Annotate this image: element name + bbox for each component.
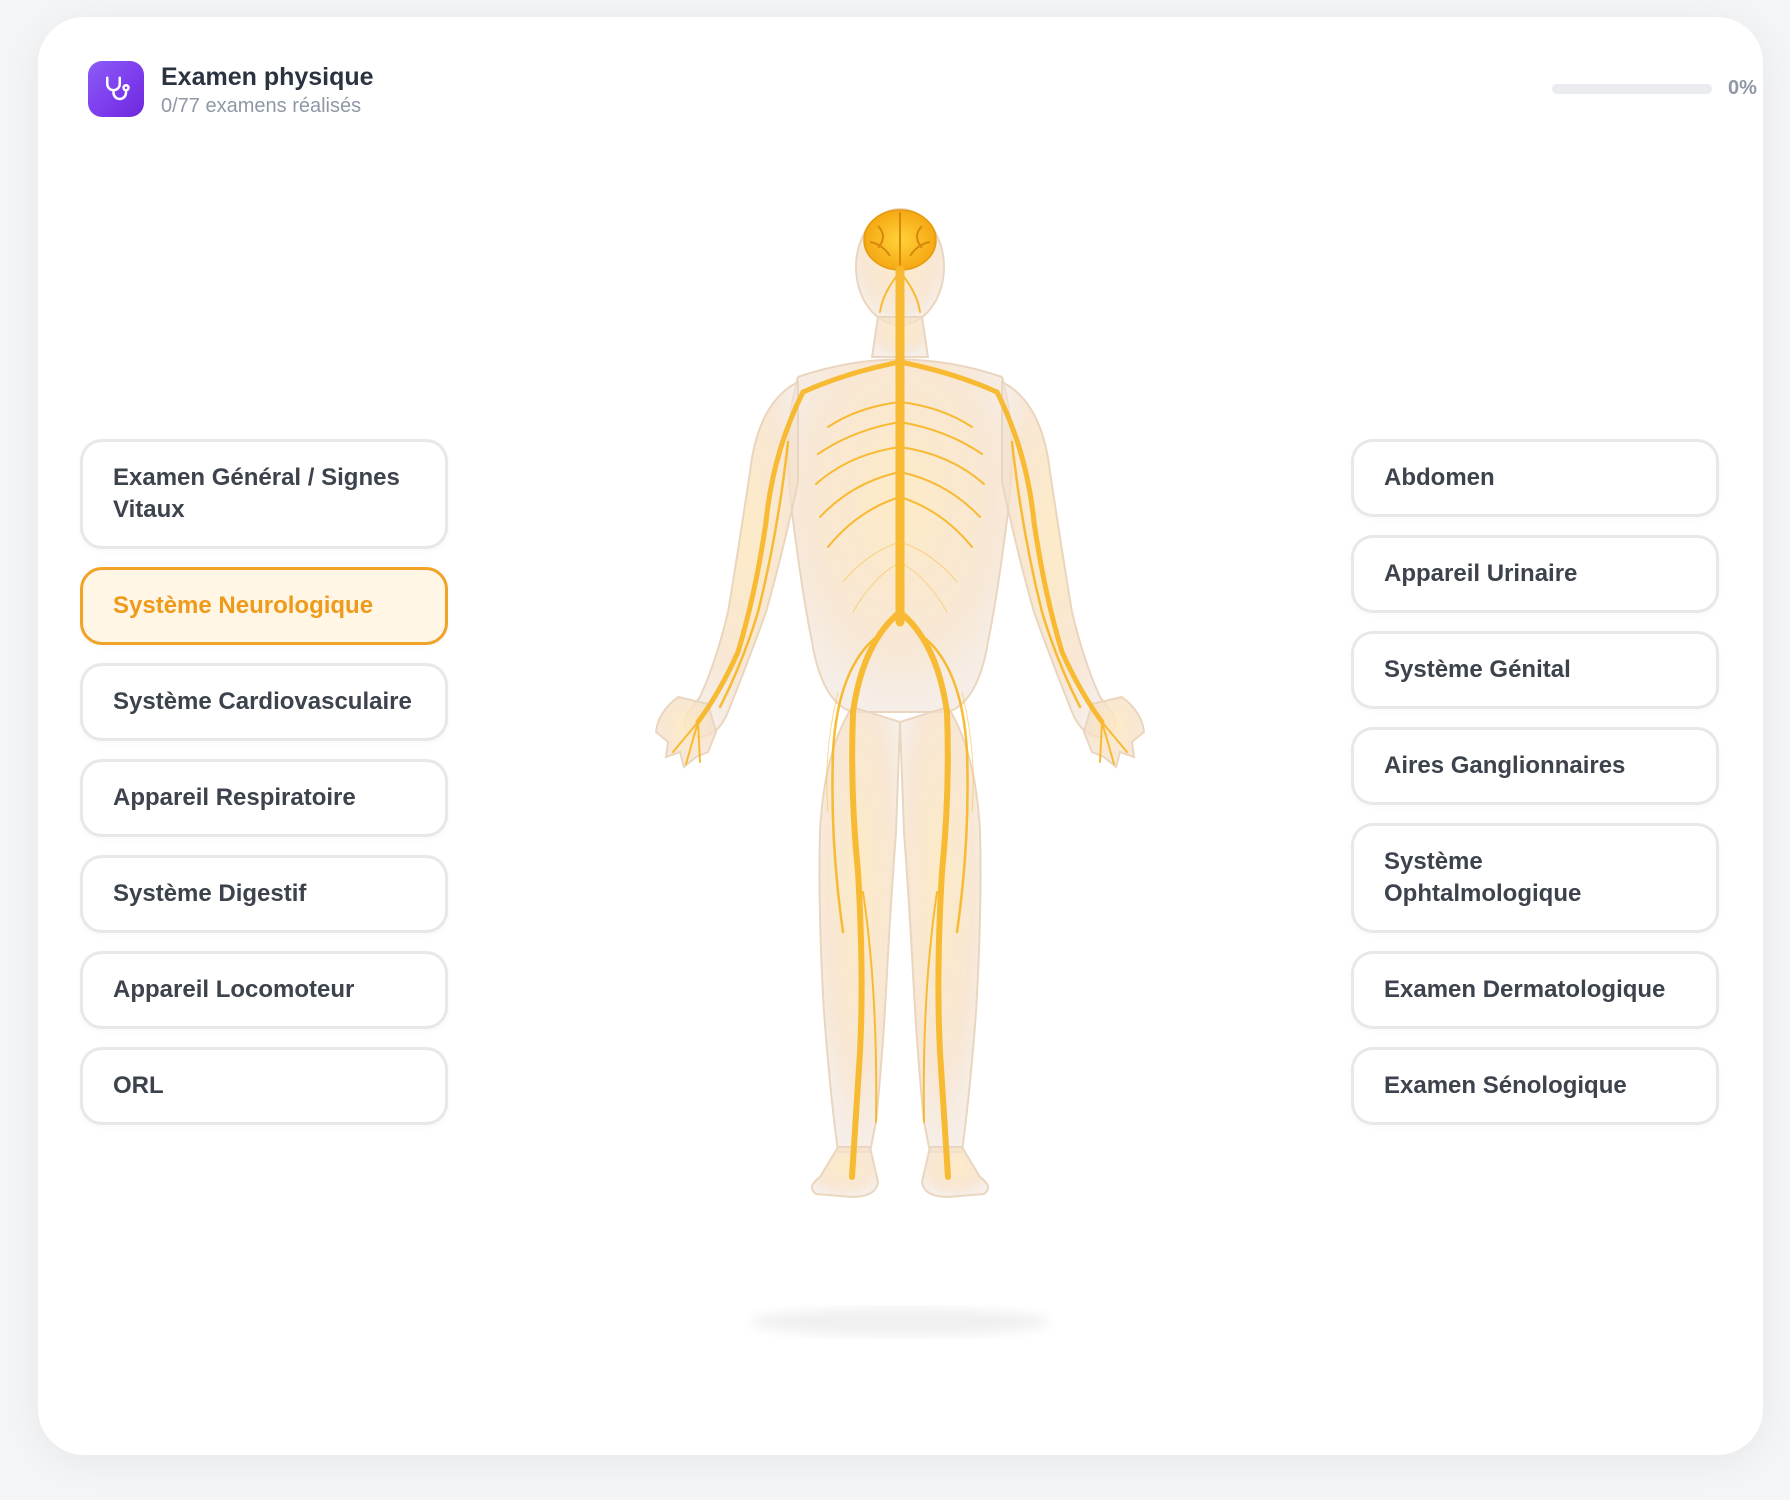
system-button-abdomen[interactable]: Abdomen bbox=[1351, 439, 1719, 517]
system-button-systeme-neurologique[interactable]: Système Neurologique bbox=[80, 567, 448, 645]
system-button-aires-ganglionnaires[interactable]: Aires Ganglionnaires bbox=[1351, 727, 1719, 805]
exam-card: Examen physique 0/77 examens réalisés 0%… bbox=[38, 17, 1763, 1455]
system-button-examen-general-signes-vitaux[interactable]: Examen Général / Signes Vitaux bbox=[80, 439, 448, 549]
stethoscope-icon bbox=[88, 61, 144, 117]
exam-count: 0/77 examens réalisés bbox=[161, 95, 362, 117]
system-button-examen-dermatologique[interactable]: Examen Dermatologique bbox=[1351, 951, 1719, 1029]
system-button-appareil-urinaire[interactable]: Appareil Urinaire bbox=[1351, 535, 1719, 613]
system-button-systeme-ophtalmologique[interactable]: Système Ophtalmologique bbox=[1351, 823, 1719, 933]
system-button-appareil-respiratoire[interactable]: Appareil Respiratoire bbox=[80, 759, 448, 837]
system-button-examen-senologique[interactable]: Examen Sénologique bbox=[1351, 1047, 1719, 1125]
header: Examen physique 0/77 examens réalisés 0% bbox=[88, 61, 1757, 131]
progress-percent: 0% bbox=[1728, 77, 1757, 99]
system-button-systeme-cardiovasculaire[interactable]: Système Cardiovasculaire bbox=[80, 663, 448, 741]
system-button-systeme-digestif[interactable]: Système Digestif bbox=[80, 855, 448, 933]
page-title: Examen physique bbox=[161, 63, 374, 91]
human-nervous-system-illustration[interactable] bbox=[638, 192, 1163, 1352]
left-system-list: Examen Général / Signes Vitaux Système Ne… bbox=[80, 439, 448, 1143]
system-button-systeme-genital[interactable]: Système Génital bbox=[1351, 631, 1719, 709]
progress-bar bbox=[1552, 84, 1712, 94]
system-button-orl[interactable]: ORL bbox=[80, 1047, 448, 1125]
system-button-appareil-locomoteur[interactable]: Appareil Locomoteur bbox=[80, 951, 448, 1029]
right-system-list: Abdomen Appareil Urinaire Système Génital A… bbox=[1351, 439, 1719, 1143]
